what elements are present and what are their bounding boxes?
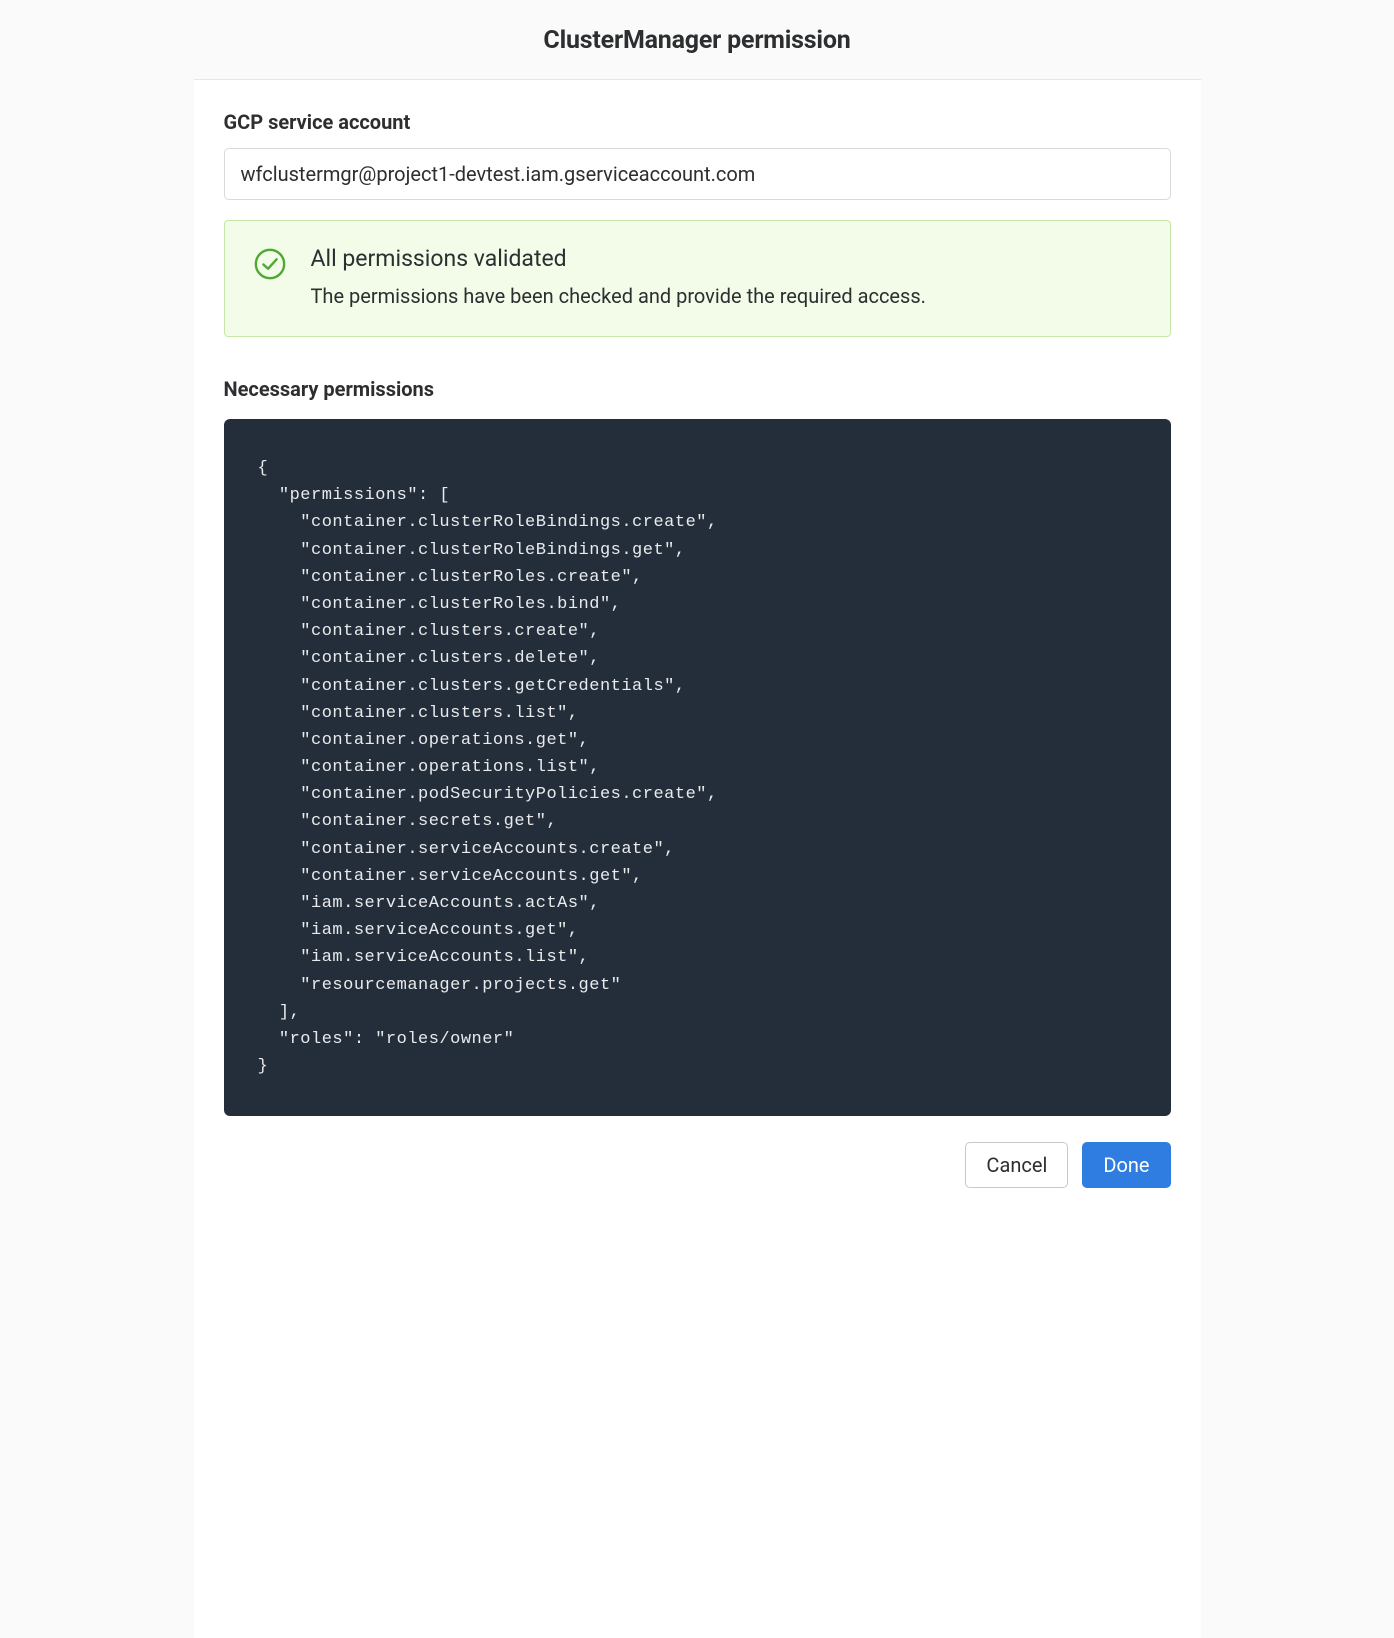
validation-text: All permissions validated The permission… bbox=[311, 245, 1142, 310]
permissions-section: Necessary permissions { "permissions": [… bbox=[224, 377, 1171, 1116]
done-button[interactable]: Done bbox=[1082, 1142, 1170, 1188]
dialog-footer: Cancel Done bbox=[194, 1116, 1201, 1218]
permissions-label: Necessary permissions bbox=[224, 377, 1171, 401]
dialog-body: GCP service account All permissions vali… bbox=[194, 80, 1201, 1116]
service-account-label: GCP service account bbox=[224, 110, 1171, 134]
permissions-code-block[interactable]: { "permissions": [ "container.clusterRol… bbox=[224, 419, 1171, 1116]
dialog-header: ClusterManager permission bbox=[194, 0, 1201, 80]
permission-dialog: ClusterManager permission GCP service ac… bbox=[194, 0, 1201, 1638]
cancel-button[interactable]: Cancel bbox=[965, 1142, 1068, 1188]
validation-banner: All permissions validated The permission… bbox=[224, 220, 1171, 337]
dialog-spacer bbox=[194, 1218, 1201, 1638]
check-circle-icon bbox=[253, 247, 287, 281]
validation-title: All permissions validated bbox=[311, 245, 1142, 272]
validation-description: The permissions have been checked and pr… bbox=[311, 282, 1142, 310]
dialog-title: ClusterManager permission bbox=[194, 26, 1201, 55]
service-account-input[interactable] bbox=[224, 148, 1171, 200]
